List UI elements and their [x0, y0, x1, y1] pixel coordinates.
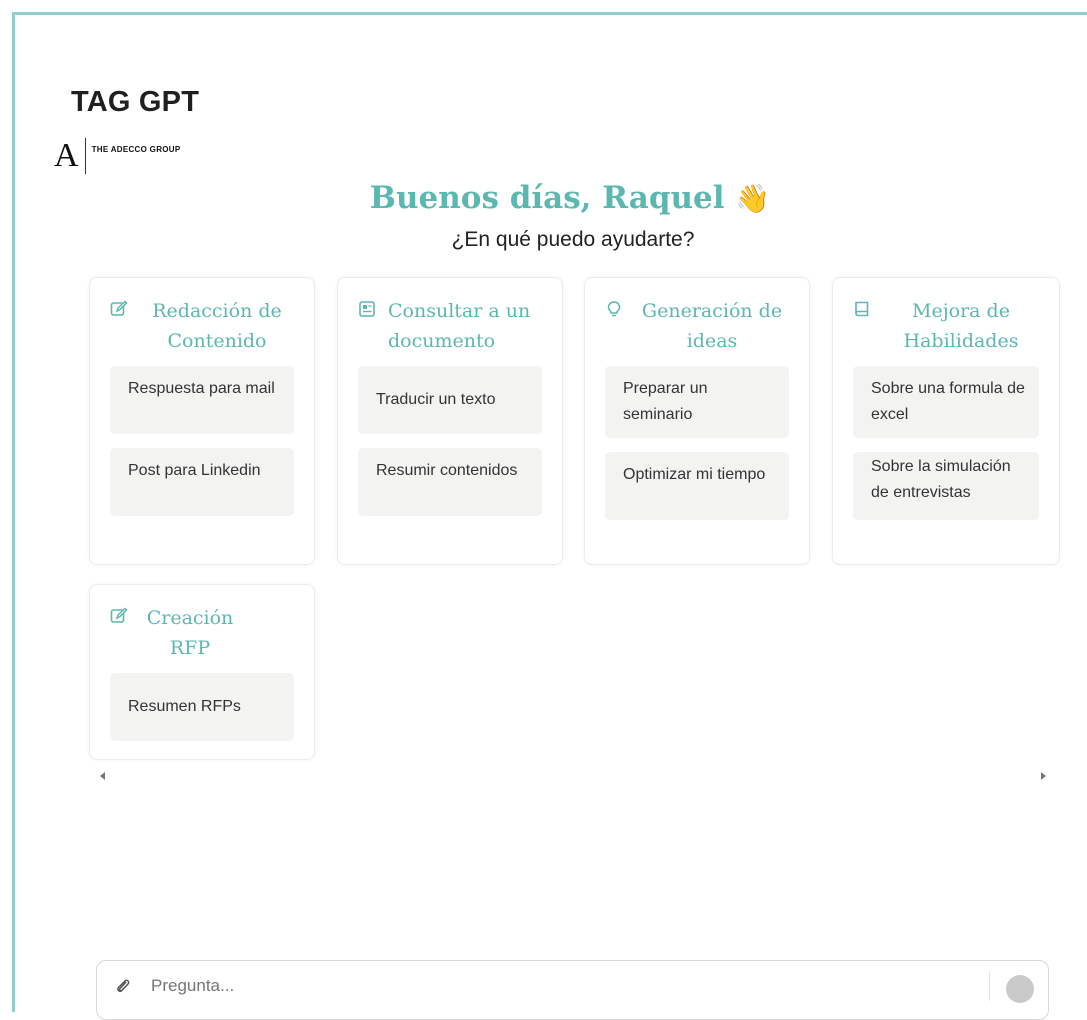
edit-icon: [110, 300, 128, 316]
card-title: Generación de ideas: [641, 300, 783, 352]
prompt-preparar-seminario[interactable]: Preparar un seminario: [605, 366, 789, 438]
greeting-text: Buenos días, Raquel: [369, 180, 725, 216]
company-logo: A THE ADECCO GROUP: [54, 138, 181, 174]
prompt-respuesta-mail[interactable]: Respuesta para mail: [110, 366, 294, 434]
scroll-right-icon[interactable]: [1041, 772, 1046, 780]
logo-mark: A: [54, 137, 79, 174]
scroll-left-icon[interactable]: [100, 772, 105, 780]
logo-divider: [84, 138, 86, 174]
card-title: Consultar a un documento: [388, 300, 531, 352]
horizontal-scrollbar[interactable]: [98, 770, 1048, 784]
greeting-title: Buenos días, Raquel 👋: [0, 180, 1087, 216]
prompt-post-linkedin[interactable]: Post para Linkedin: [110, 448, 294, 516]
chat-input[interactable]: [149, 975, 953, 997]
prompt-formula-excel[interactable]: Sobre una formula de excel: [853, 366, 1039, 438]
card-redaccion-contenido: Redacción de Contenido Respuesta para ma…: [89, 277, 315, 565]
prompt-resumir-contenidos[interactable]: Resumir contenidos: [358, 448, 542, 516]
paperclip-icon[interactable]: [115, 977, 131, 997]
prompt-optimizar-tiempo[interactable]: Optimizar mi tiempo: [605, 452, 789, 520]
waving-hand-icon: 👋: [735, 182, 771, 215]
card-mejora-habilidades: Mejora de Habilidades Sobre una formula …: [832, 277, 1060, 565]
card-generacion-ideas: Generación de ideas Preparar un seminari…: [584, 277, 810, 565]
book-icon: [855, 301, 869, 317]
input-divider: [989, 971, 990, 1001]
greeting-subtitle: ¿En qué puedo ayudarte?: [451, 228, 695, 251]
card-title: Redacción de Contenido: [152, 300, 282, 352]
send-button[interactable]: [1006, 975, 1034, 1003]
card-creacion-rfp: Creación RFP Resumen RFPs: [89, 584, 315, 760]
edit-icon: [110, 607, 128, 623]
card-title: Mejora de Habilidades: [903, 300, 1019, 352]
chat-input-bar: [96, 960, 1049, 1020]
card-title: Creación RFP: [146, 607, 234, 659]
prompt-simulacion-entrevistas[interactable]: Sobre la simulación de entrevistas: [853, 452, 1039, 520]
app-title: TAG GPT: [71, 86, 200, 118]
document-icon: [359, 301, 375, 317]
logo-text: THE ADECCO GROUP: [91, 144, 181, 154]
prompt-resumen-rfps[interactable]: Resumen RFPs: [110, 673, 294, 741]
card-consultar-documento: Consultar a un documento Traducir un tex…: [337, 277, 563, 565]
lightbulb-icon: [607, 301, 621, 317]
prompt-traducir-texto[interactable]: Traducir un texto: [358, 366, 542, 434]
